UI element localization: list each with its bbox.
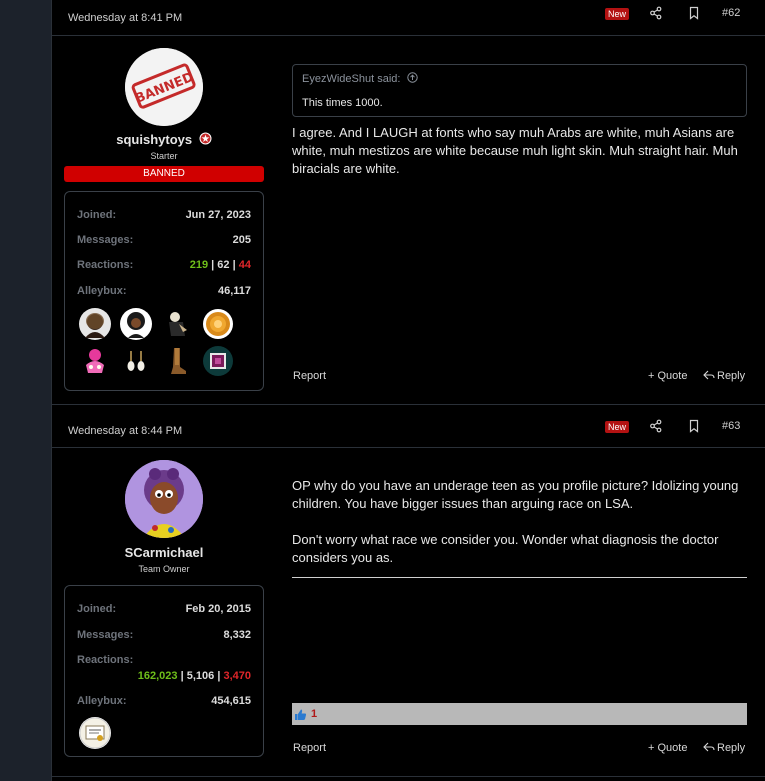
quote-text: This times 1000. [302,97,383,109]
reactions-negative: 3,470 [223,670,251,682]
quote-block: EyezWideShut said: This times 1000. [292,64,747,117]
avatar[interactable]: BANNED [125,48,203,126]
stat-label: Joined: [77,209,117,221]
reply-label[interactable]: Reply [717,742,745,754]
horizontal-rule [292,577,747,578]
reactions-separator: | [208,259,218,271]
trophy-boot-icon[interactable] [161,345,193,377]
quote-author[interactable]: EyezWideShut said: [302,72,418,85]
quote-button[interactable]: + Quote [648,370,687,382]
trophy-gem-purple-icon[interactable] [202,345,234,377]
stat-value[interactable]: 205 [233,234,251,246]
username[interactable]: SCarmichael [64,545,264,560]
reaction-bar[interactable]: 1 [292,703,747,725]
stat-label: Alleybux: [77,695,127,707]
like-thumb-icon[interactable] [294,708,307,721]
thread-container: Wednesday at 8:41 PM New #62 BANNED squi… [51,0,765,781]
post-62: Wednesday at 8:41 PM New #62 BANNED squi… [52,0,765,405]
report-link[interactable]: Report [293,370,326,382]
stat-reactions-values: 162,023 | 5,106 | 3,470 [77,670,251,686]
reaction-count[interactable]: 1 [311,708,317,720]
avatar[interactable] [125,460,203,538]
message-paragraph-1: OP why do you have an underage teen as y… [292,478,739,511]
stat-alleybux: Alleybux: 46,117 [77,285,251,301]
stat-messages: Messages: 8,332 [77,629,251,645]
reactions-negative: 44 [238,259,251,271]
bookmark-icon[interactable] [687,419,701,433]
stat-label: Reactions: [77,654,134,666]
staff-star-icon [199,132,212,145]
post-63: Wednesday at 8:44 PM New #63 SCarmichael… [52,405,765,777]
new-badge: New [605,421,630,433]
post-header: Wednesday at 8:41 PM New #62 [52,0,765,36]
reply-label[interactable]: Reply [717,370,745,382]
stat-joined: Joined: Jun 27, 2023 [77,209,251,225]
stat-value[interactable]: 8,332 [223,629,251,641]
stat-value: Feb 20, 2015 [185,603,251,615]
message-body: I agree. And I LAUGH at fonts who say mu… [292,125,738,176]
stat-label: Joined: [77,603,117,615]
arrow-up-circle-icon[interactable] [406,72,418,83]
reply-arrow-icon [703,742,715,752]
post-header: Wednesday at 8:44 PM New #63 [52,405,765,448]
stat-reactions: Reactions: 219 | 62 | 44 [77,259,251,275]
trophy-certificate-icon[interactable] [79,717,111,749]
trophy-gem-amber-icon[interactable] [202,308,234,340]
reply-arrow-icon [703,370,715,380]
post-number[interactable]: #62 [722,7,740,19]
stat-label: Messages: [77,629,134,641]
stat-value: 219 | 62 | 44 [190,259,251,271]
reply-button[interactable]: Reply [703,370,745,382]
username[interactable]: squishytoys [64,132,264,147]
post-number[interactable]: #63 [722,420,740,432]
reactions-separator: | [229,259,239,271]
banned-banner: BANNED [64,166,264,182]
reactions-separator: | [177,670,187,682]
banned-stamp-icon: BANNED [125,48,203,126]
message-paragraph-2: Don't worry what race we consider you. W… [292,532,719,565]
username-text[interactable]: squishytoys [116,132,192,147]
share-icon[interactable] [649,6,663,20]
stat-reactions: Reactions: [77,654,251,670]
trophy-portrait-1-icon[interactable] [79,308,111,340]
stat-alleybux: Alleybux: 454,615 [77,695,251,711]
left-gutter [0,0,51,781]
trophy-pink-icon[interactable] [79,345,111,377]
stat-label: Messages: [77,234,134,246]
stat-messages: Messages: 205 [77,234,251,250]
reactions-positive: 162,023 [137,670,178,682]
trophy-earrings-icon[interactable] [120,345,152,377]
stat-value: 46,117 [217,285,251,297]
reactions-positive: 219 [189,259,209,271]
user-title: Team Owner [138,564,190,574]
stat-value: Jun 27, 2023 [185,209,251,221]
post-date[interactable]: Wednesday at 8:44 PM [68,425,182,437]
stat-label: Reactions: [77,259,134,271]
bookmark-icon[interactable] [687,6,701,20]
trophy-figure-icon[interactable] [161,308,193,340]
quote-button[interactable]: + Quote [648,742,687,754]
stat-joined: Joined: Feb 20, 2015 [77,603,251,619]
reply-button[interactable]: Reply [703,742,745,754]
user-stats-box: Joined: Feb 20, 2015 Messages: 8,332 Rea… [64,585,264,757]
user-stats-box: Joined: Jun 27, 2023 Messages: 205 React… [64,191,264,391]
report-link[interactable]: Report [293,742,326,754]
reactions-neutral: 62 [217,259,230,271]
stat-value: 454,615 [211,695,251,707]
quote-author-text[interactable]: EyezWideShut said: [302,73,400,85]
stat-value: 162,023 | 5,106 | 3,470 [138,670,251,682]
reactions-neutral: 5,106 [186,670,215,682]
new-badge: New [605,8,630,20]
cartoon-avatar-icon [125,460,203,538]
share-icon[interactable] [649,419,663,433]
post-date[interactable]: Wednesday at 8:41 PM [68,12,182,24]
stat-label: Alleybux: [77,285,127,297]
trophy-portrait-2-icon[interactable] [120,308,152,340]
user-title: Starter [150,151,178,161]
